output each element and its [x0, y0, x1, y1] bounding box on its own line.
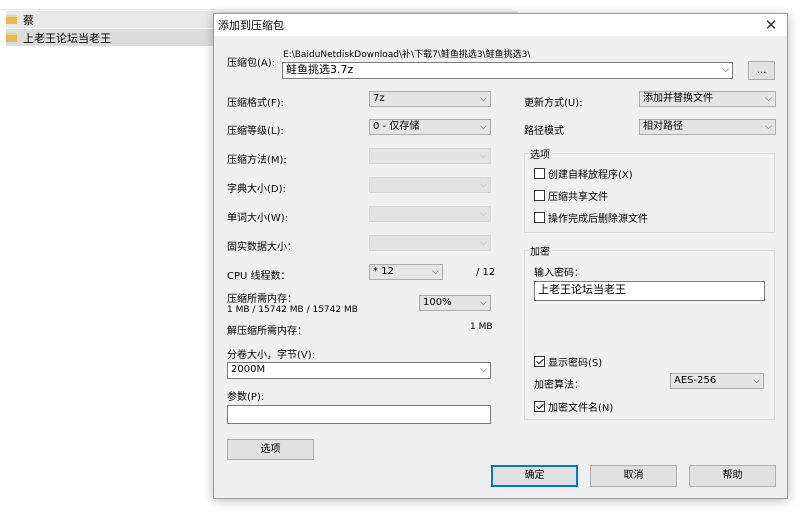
chevron-down-icon: ⌵ [480, 151, 487, 161]
volume-label: 分卷大小，字节(V): [227, 350, 316, 361]
mem-decompress-value: 1 MB [470, 322, 493, 332]
level-label: 压缩等级(L): [227, 126, 284, 137]
add-to-archive-dialog: 添加到压缩包 ✕ 压缩包(A): E:\BaiduNetdiskDownload… [213, 13, 788, 499]
archive-name-combo[interactable]: 鲑鱼挑选3.7z ⌵ [282, 62, 733, 79]
archive-name-value: 鲑鱼挑选3.7z [286, 63, 354, 76]
solid-label: 固实数据大小： [227, 242, 297, 253]
mem-compress-label: 压缩所需内存： [227, 294, 297, 305]
pathmode-label: 路径模式 [524, 126, 564, 137]
cpu-label: CPU 线程数： [227, 271, 291, 282]
chevron-down-icon: ⌵ [432, 267, 439, 277]
show-password-label: 显示密码(S) [548, 358, 603, 369]
password-label: 输入密码： [534, 268, 584, 279]
solid-select[interactable]: ⌵ [369, 235, 491, 251]
format-select[interactable]: 7z ⌵ [369, 91, 491, 107]
chevron-down-icon: ⌵ [480, 298, 487, 308]
dict-label: 字典大小(D): [227, 184, 286, 195]
chevron-down-icon: ⌵ [480, 94, 487, 104]
ok-button[interactable]: 确定 [491, 465, 578, 487]
mem-compress-value: 1 MB / 15742 MB / 15742 MB [227, 305, 358, 315]
shared-checkbox[interactable] [534, 190, 545, 201]
chevron-down-icon[interactable]: ⌵ [722, 63, 729, 77]
params-label: 参数(P): [227, 392, 265, 403]
chevron-down-icon: ⌵ [480, 122, 487, 132]
pathmode-select[interactable]: 相对路径 ⌵ [639, 119, 776, 135]
close-icon[interactable]: ✕ [763, 17, 779, 33]
file-name: 蔡 [23, 13, 34, 27]
chevron-down-icon: ⌵ [480, 209, 487, 219]
delete-checkbox[interactable] [534, 212, 545, 223]
volume-combo[interactable]: 2000M ⌵ [227, 362, 491, 379]
options-group-title: 选项 [528, 146, 552, 161]
file-name: 上老王论坛当老王 [23, 31, 111, 45]
update-label: 更新方式(U): [524, 98, 583, 109]
password-input[interactable]: 上老王论坛当老王 [534, 281, 765, 301]
encrypt-names-label: 加密文件名(N) [548, 403, 614, 414]
delete-label: 操作完成后删除源文件 [548, 214, 648, 225]
volume-value: 2000M [231, 364, 266, 375]
dict-select[interactable]: ⌵ [369, 177, 491, 193]
cpu-value: * 12 [373, 266, 394, 277]
show-password-option[interactable]: 显示密码(S) [534, 354, 602, 369]
chevron-down-icon: ⌵ [480, 238, 487, 248]
file-row[interactable]: 上老王论坛当老王 [6, 29, 216, 46]
chevron-down-icon: ⌵ [480, 180, 487, 190]
level-select[interactable]: 0 - 仅存储 ⌵ [369, 119, 491, 135]
update-value: 添加并替换文件 [643, 93, 713, 104]
encryption-group-title: 加密 [528, 243, 552, 258]
column-header-line [0, 0, 512, 10]
chevron-down-icon: ⌵ [765, 94, 772, 104]
method-label: 压缩方法(M): [227, 155, 287, 166]
level-value: 0 - 仅存储 [373, 121, 420, 132]
mem-percent-value: 100% [423, 297, 452, 308]
cpu-total: / 12 [476, 267, 496, 278]
chevron-down-icon: ⌵ [765, 122, 772, 132]
browse-button[interactable]: ... [748, 61, 775, 80]
help-button[interactable]: 帮助 [689, 465, 776, 487]
chevron-down-icon[interactable]: ⌵ [480, 363, 487, 377]
word-label: 单词大小(W): [227, 213, 289, 224]
options-button[interactable]: 选项 [227, 439, 314, 460]
format-label: 压缩格式(F): [227, 98, 284, 109]
shared-option[interactable]: 压缩共享文件 [534, 188, 608, 203]
cpu-select[interactable]: * 12 ⌵ [369, 264, 443, 280]
archive-path: E:\BaiduNetdiskDownload\补\下载7\鲑鱼挑选3\鲑鱼挑选… [283, 50, 531, 60]
delete-option[interactable]: 操作完成后删除源文件 [534, 210, 648, 225]
dialog-title: 添加到压缩包 [218, 19, 284, 32]
mem-decompress-label: 解压缩所需内存： [227, 326, 307, 337]
show-password-checkbox[interactable] [534, 356, 545, 367]
enc-method-value: AES-256 [674, 375, 717, 386]
params-input[interactable] [227, 405, 491, 424]
method-select[interactable]: ⌵ [369, 148, 491, 164]
enc-method-label: 加密算法： [534, 380, 584, 391]
sfx-checkbox[interactable] [534, 168, 545, 179]
word-select[interactable]: ⌵ [369, 206, 491, 222]
shared-label: 压缩共享文件 [548, 192, 608, 203]
encrypt-names-checkbox[interactable] [534, 401, 545, 412]
sfx-label: 创建自释放程序(X) [548, 170, 633, 181]
sfx-option[interactable]: 创建自释放程序(X) [534, 166, 633, 181]
enc-method-select[interactable]: AES-256 ⌵ [670, 373, 764, 389]
pathmode-value: 相对路径 [643, 121, 683, 132]
update-select[interactable]: 添加并替换文件 ⌵ [639, 91, 776, 107]
folder-icon [6, 15, 17, 24]
format-value: 7z [373, 93, 385, 104]
archive-label: 压缩包(A): [227, 58, 276, 69]
chevron-down-icon: ⌵ [753, 376, 760, 386]
folder-icon [6, 33, 17, 42]
mem-percent-select[interactable]: 100% ⌵ [419, 295, 491, 311]
encrypt-names-option[interactable]: 加密文件名(N) [534, 399, 613, 414]
title-bar[interactable]: 添加到压缩包 ✕ [214, 14, 787, 36]
cancel-button[interactable]: 取消 [590, 465, 677, 487]
